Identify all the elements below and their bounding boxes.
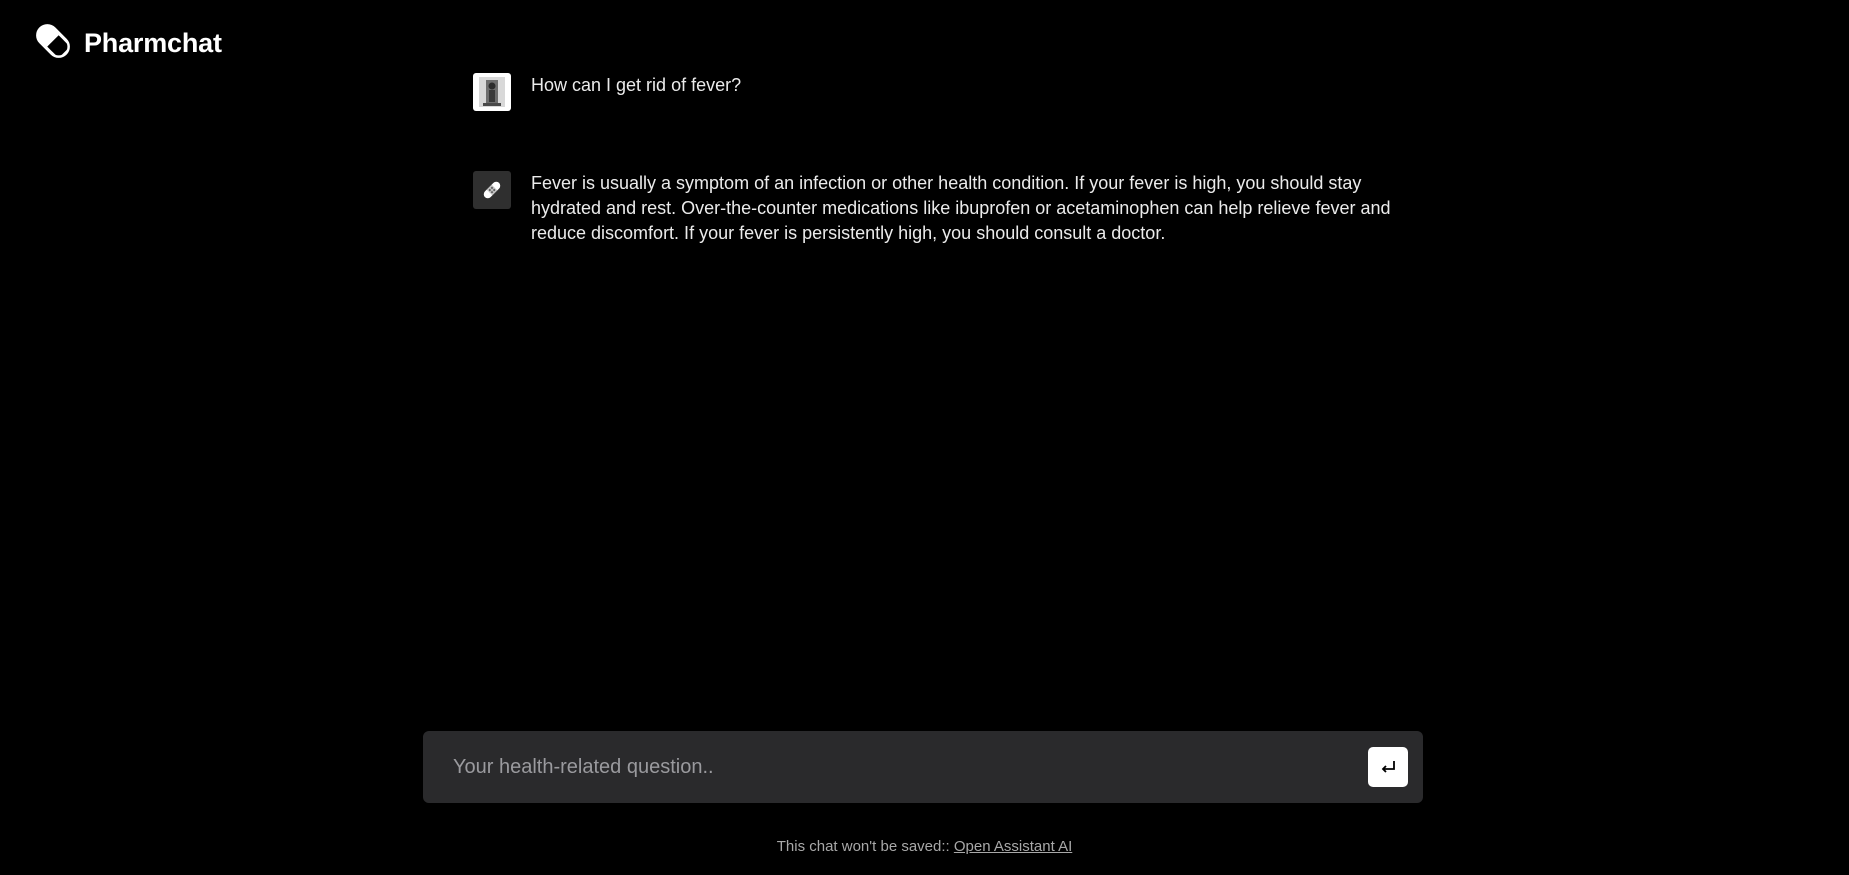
open-assistant-link[interactable]: Open Assistant AI <box>954 838 1072 855</box>
enter-icon <box>1381 761 1395 773</box>
chat-input-bar <box>423 731 1423 803</box>
app-title: Pharmchat <box>84 28 222 58</box>
app-logo[interactable]: Pharmchat <box>34 22 222 65</box>
footer-text: This chat won't be saved:: <box>776 838 954 855</box>
user-message-text: How can I get rid of fever? <box>531 75 742 95</box>
bandage-icon <box>483 181 501 199</box>
send-button[interactable] <box>1368 747 1408 787</box>
assistant-message-text: Fever is usually a symptom of an infecti… <box>531 173 1391 243</box>
user-avatar <box>473 73 511 111</box>
question-input[interactable] <box>447 731 1359 803</box>
user-avatar-image <box>479 77 505 107</box>
assistant-avatar <box>473 171 511 209</box>
chat-message-user: How can I get rid of fever? <box>473 73 1421 111</box>
footer-notice: This chat won't be saved:: Open Assistan… <box>0 838 1849 855</box>
pill-icon <box>34 22 72 65</box>
chat-message-assistant: Fever is usually a symptom of an infecti… <box>473 171 1421 246</box>
